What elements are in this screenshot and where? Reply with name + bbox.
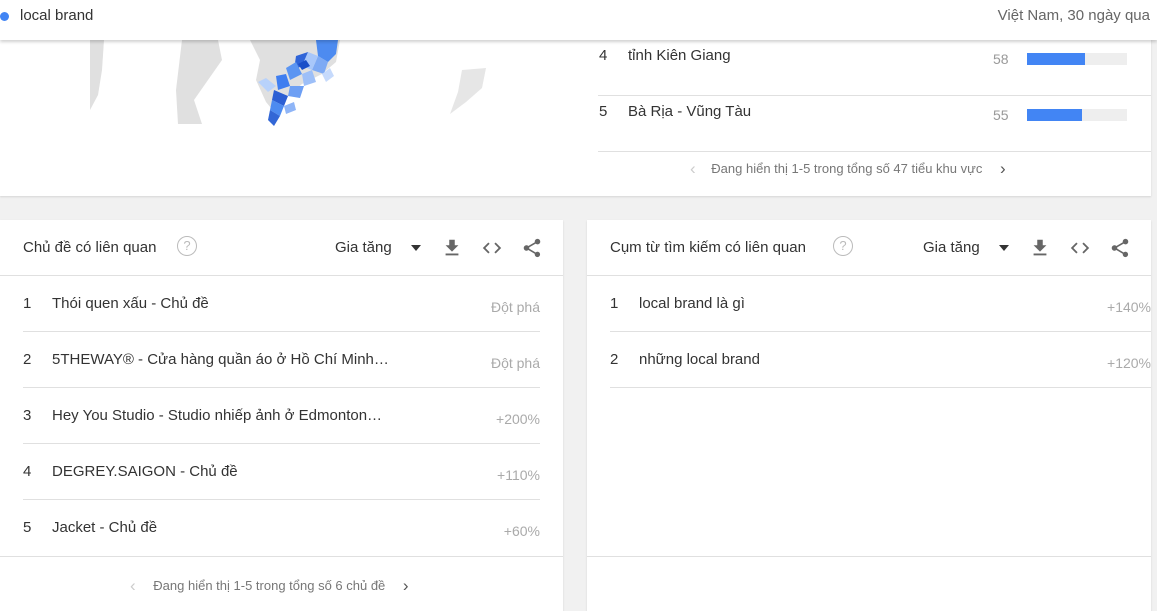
region-rank: 4 — [599, 47, 608, 64]
filter-dropdown[interactable]: Gia tăng — [923, 239, 1009, 256]
map-province[interactable] — [284, 102, 296, 114]
region-score-bar — [1027, 53, 1127, 65]
related-queries-card: Cụm từ tìm kiếm có liên quan ? Gia tăng … — [587, 220, 1151, 611]
region-score-bar-fill — [1027, 53, 1085, 65]
region-name: tỉnh Kiên Giang — [628, 47, 731, 64]
region-score-bar-fill — [1027, 109, 1082, 121]
list-label: Jacket - Chủ đề — [52, 519, 158, 536]
list-rank: 4 — [23, 463, 32, 480]
list-label: những local brand — [639, 351, 760, 368]
region-score-bar — [1027, 109, 1127, 121]
list-label: DEGREY.SAIGON - Chủ đề — [52, 463, 238, 480]
help-circle-icon[interactable]: ? — [177, 236, 197, 256]
caret-down-icon — [411, 245, 421, 251]
list-item[interactable]: 5 Jacket - Chủ đề +60% — [23, 500, 540, 556]
region-rank: 5 — [599, 103, 608, 120]
list-item[interactable]: 2 những local brand +120% — [610, 332, 1151, 388]
filter-dropdown-label: Gia tăng — [923, 239, 980, 256]
list-value: +110% — [497, 467, 540, 483]
list-item[interactable]: 3 Hey You Studio - Studio nhiếp ảnh ở Ed… — [23, 388, 540, 444]
code-icon[interactable] — [1069, 237, 1091, 259]
card-title: Chủ đề có liên quan — [23, 239, 157, 256]
filter-dropdown[interactable]: Gia tăng — [335, 239, 421, 256]
region-score: 58 — [993, 51, 1009, 67]
scope-label: Việt Nam, 30 ngày qua — [997, 7, 1150, 24]
map-province[interactable] — [288, 86, 304, 98]
chevron-right-icon[interactable]: › — [1000, 160, 1006, 177]
list-value: +120% — [1107, 355, 1151, 371]
topics-pager: ‹ Đang hiển thị 1-5 trong tổng số 6 chủ … — [0, 556, 563, 611]
card-header: Cụm từ tìm kiếm có liên quan ? Gia tăng — [587, 220, 1151, 276]
list-rank: 3 — [23, 407, 32, 424]
download-icon[interactable] — [441, 237, 463, 259]
region-name: Bà Rịa - Vũng Tàu — [628, 103, 752, 120]
region-row[interactable]: 5 Bà Rịa - Vũng Tàu 55 — [598, 96, 1151, 152]
related-topics-card: Chủ đề có liên quan ? Gia tăng 1 Thói qu… — [0, 220, 563, 611]
chevron-left-icon[interactable]: ‹ — [130, 577, 136, 594]
list-item[interactable]: 1 Thói quen xấu - Chủ đề Đột phá — [23, 276, 540, 332]
list-item[interactable]: 4 DEGREY.SAIGON - Chủ đề +110% — [23, 444, 540, 500]
list-rank: 1 — [23, 295, 32, 312]
list-value: Đột phá — [490, 299, 540, 315]
card-header: Chủ đề có liên quan ? Gia tăng — [0, 220, 563, 276]
topics-pager-text: Đang hiển thị 1-5 trong tổng số 6 chủ đề — [153, 578, 386, 593]
share-icon[interactable] — [1109, 237, 1131, 259]
chevron-right-icon[interactable]: › — [403, 577, 409, 594]
list-value: +200% — [496, 411, 540, 427]
share-icon[interactable] — [521, 237, 543, 259]
code-icon[interactable] — [481, 237, 503, 259]
list-rank: 2 — [610, 351, 619, 368]
series-color-dot — [0, 12, 9, 21]
list-label: Thói quen xấu - Chủ đề — [52, 295, 209, 312]
region-pager-text: Đang hiển thị 1-5 trong tổng số 47 tiểu … — [711, 161, 983, 176]
region-row[interactable]: 4 tỉnh Kiên Giang 58 — [598, 40, 1151, 96]
download-icon[interactable] — [1029, 237, 1051, 259]
chevron-left-icon[interactable]: ‹ — [690, 160, 696, 177]
caret-down-icon — [999, 245, 1009, 251]
compare-header: local brand Việt Nam, 30 ngày qua — [0, 0, 1157, 40]
list-item[interactable]: 2 5THEWAY® - Cửa hàng quần áo ở Hồ Chí M… — [23, 332, 540, 388]
search-term: local brand — [20, 7, 94, 24]
list-item[interactable]: 1 local brand là gì +140% — [610, 276, 1151, 332]
region-pager: ‹ Đang hiển thị 1-5 trong tổng số 47 tiể… — [690, 160, 1006, 177]
queries-pager — [587, 556, 1151, 611]
list-label: 5THEWAY® - Cửa hàng quần áo ở Hồ Chí Min… — [52, 351, 389, 368]
list-rank: 2 — [23, 351, 32, 368]
list-rank: 5 — [23, 519, 32, 536]
list-label: local brand là gì — [639, 295, 745, 312]
region-map[interactable] — [90, 40, 510, 126]
list-value: Đột phá — [490, 355, 540, 371]
topics-pager-row: ‹ Đang hiển thị 1-5 trong tổng số 6 chủ … — [130, 577, 409, 594]
card-title: Cụm từ tìm kiếm có liên quan — [610, 239, 806, 256]
region-score: 55 — [993, 107, 1009, 123]
filter-dropdown-label: Gia tăng — [335, 239, 392, 256]
list-label: Hey You Studio - Studio nhiếp ảnh ở Edmo… — [52, 407, 383, 424]
list-value: +140% — [1107, 299, 1151, 315]
list-value: +60% — [503, 523, 540, 539]
list-rank: 1 — [610, 295, 619, 312]
help-circle-icon[interactable]: ? — [833, 236, 853, 256]
